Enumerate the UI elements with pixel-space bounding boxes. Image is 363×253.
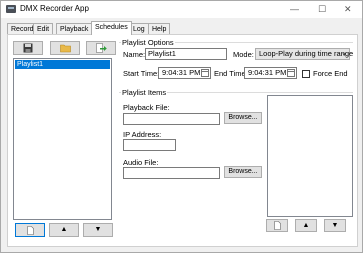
name-label: Name:	[123, 50, 146, 59]
mode-label: Mode:	[233, 50, 254, 59]
force-end-checkbox[interactable]	[302, 70, 310, 78]
minimize-button[interactable]: —	[290, 4, 299, 14]
app-window: DMX Recorder App — ☐ ✕ Record Edit Playb…	[0, 0, 363, 253]
ip-address-label: IP Address:	[123, 130, 162, 139]
browse-audio-button[interactable]: Browse...	[224, 166, 262, 178]
calendar-icon	[287, 69, 295, 77]
app-icon	[6, 5, 16, 13]
playback-file-label: Playback File:	[123, 103, 170, 112]
end-time-value: 9:04:31 PM	[248, 68, 287, 77]
start-time-value: 9:04:31 PM	[162, 68, 201, 77]
folder-icon	[59, 44, 71, 53]
start-time-label: Start Time:	[123, 69, 160, 78]
chevron-down-icon: ⌄	[341, 50, 347, 57]
move-down-button[interactable]: ▼	[83, 223, 113, 237]
start-time-picker[interactable]: 9:04:31 PM	[158, 67, 211, 79]
close-button[interactable]: ✕	[344, 4, 352, 14]
down-arrow-icon: ▼	[94, 226, 102, 233]
new-document-icon	[273, 221, 281, 230]
end-time-picker[interactable]: 9:04:31 PM	[244, 67, 297, 79]
playback-file-field[interactable]	[123, 113, 220, 125]
mode-select[interactable]: Loop-Play during time range ⌄	[255, 48, 354, 60]
ip-address-field[interactable]	[123, 139, 176, 151]
audio-file-label: Audio File:	[123, 158, 159, 167]
up-arrow-icon: ▲	[60, 226, 68, 233]
browse-playback-button[interactable]: Browse...	[224, 112, 262, 124]
export-button[interactable]	[86, 41, 116, 55]
name-field[interactable]: Playlist1	[145, 48, 227, 60]
tab-schedules[interactable]: Schedules	[91, 21, 132, 35]
items-group-label: Playlist Items	[121, 88, 168, 97]
move-up-button[interactable]: ▲	[49, 223, 79, 237]
end-time-label: End Time:	[214, 69, 248, 78]
tab-help[interactable]: Help	[148, 23, 171, 34]
mode-select-value: Loop-Play during time range	[259, 49, 354, 58]
playlist-items-listbox[interactable]	[267, 95, 353, 217]
down-arrow-icon: ▼	[331, 221, 339, 229]
audio-file-field[interactable]	[123, 167, 220, 179]
list-item[interactable]: Playlist1	[15, 60, 110, 69]
options-group-label: Playlist Options	[121, 38, 175, 47]
new-playlist-button[interactable]	[15, 223, 45, 237]
item-up-button[interactable]: ▲	[295, 219, 317, 232]
export-icon	[95, 43, 107, 53]
tab-log[interactable]: Log	[129, 23, 149, 34]
playlist-listbox[interactable]: Playlist1	[13, 58, 112, 220]
new-item-button[interactable]	[266, 219, 288, 232]
title-bar: DMX Recorder App — ☐ ✕	[1, 1, 362, 18]
maximize-button[interactable]: ☐	[318, 4, 326, 14]
force-end-label: Force End	[313, 69, 348, 78]
up-arrow-icon: ▲	[302, 221, 310, 229]
tab-edit[interactable]: Edit	[33, 23, 54, 34]
calendar-icon	[201, 69, 209, 77]
open-folder-button[interactable]	[50, 41, 80, 55]
new-document-icon	[26, 225, 34, 235]
tab-playback[interactable]: Playback	[56, 23, 93, 34]
window-title: DMX Recorder App	[20, 4, 89, 13]
save-button[interactable]	[13, 41, 43, 55]
schedules-panel: Playlist1 ▲ ▼ Playlist Options Name: Pla…	[7, 34, 358, 247]
item-down-button[interactable]: ▼	[324, 219, 346, 232]
save-icon	[23, 43, 33, 53]
